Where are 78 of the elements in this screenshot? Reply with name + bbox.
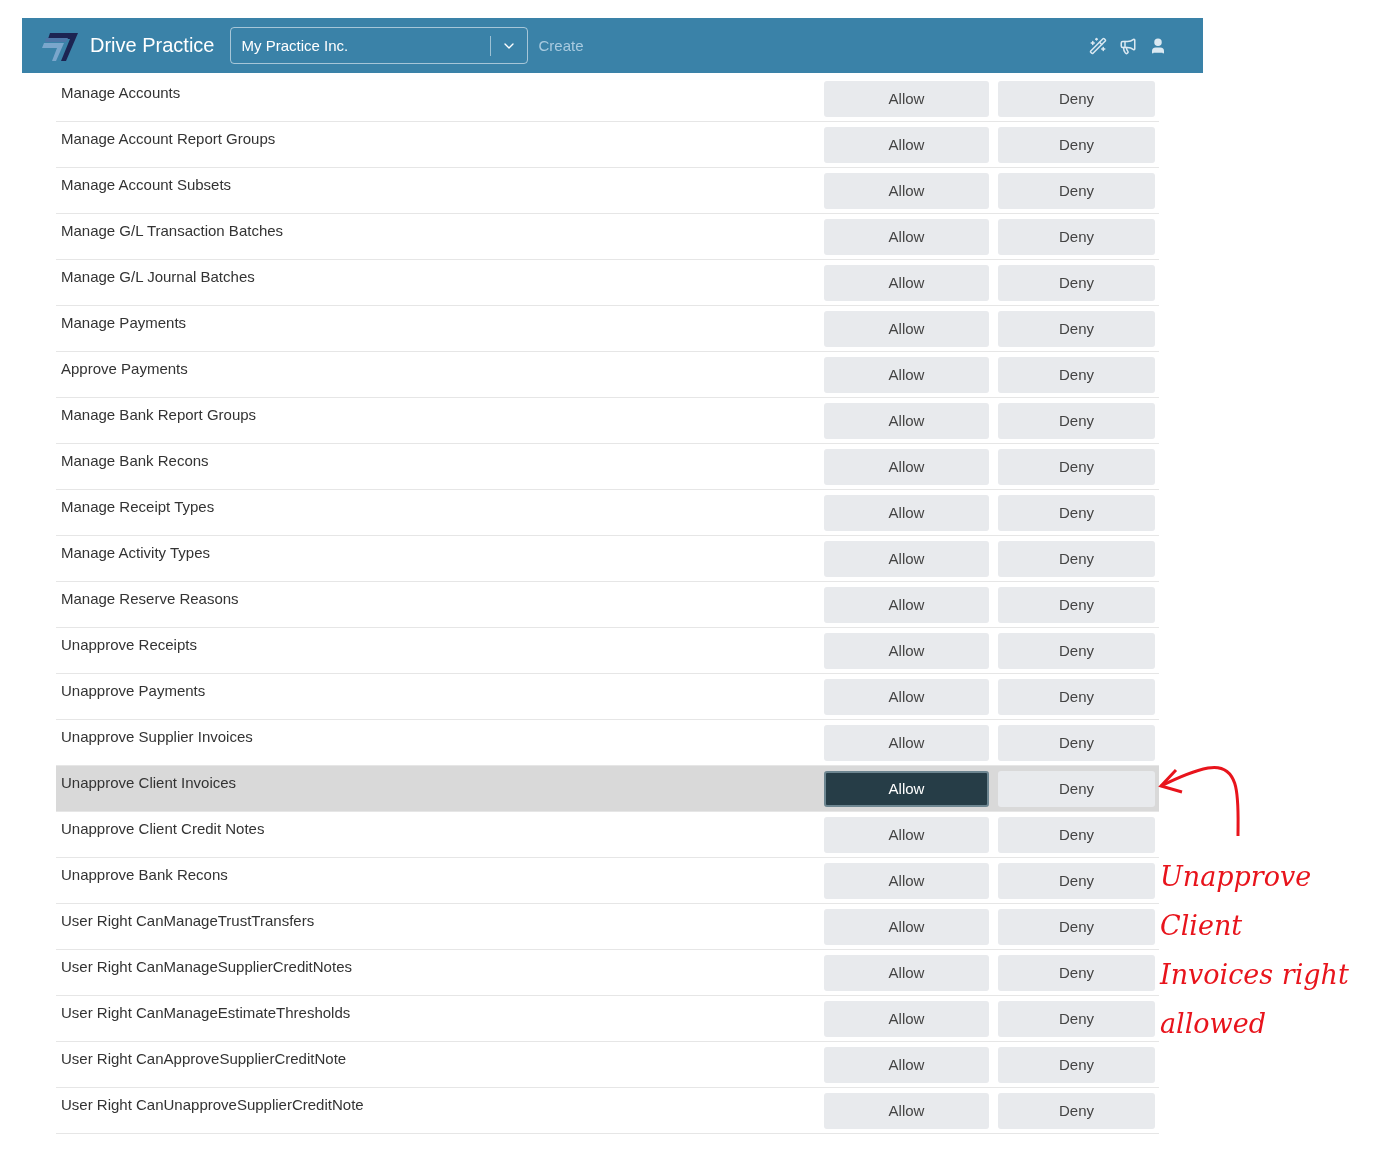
annotation-text: Client (1160, 909, 1244, 943)
deny-button[interactable]: Deny (998, 540, 1155, 577)
allow-button[interactable]: Allow (824, 1092, 989, 1129)
allow-button[interactable]: Allow (824, 632, 989, 669)
deny-button[interactable]: Deny (998, 402, 1155, 439)
magic-wand-icon[interactable] (1089, 36, 1107, 55)
deny-button[interactable]: Deny (998, 816, 1155, 853)
deny-button[interactable]: Deny (998, 264, 1155, 301)
allow-button[interactable]: Allow (824, 80, 989, 117)
deny-button[interactable]: Deny (998, 310, 1155, 347)
right-label: User Right CanApproveSupplierCreditNote (61, 1050, 348, 1067)
right-label: Unapprove Supplier Invoices (61, 728, 254, 745)
deny-button[interactable]: Deny (998, 172, 1155, 209)
right-label: Unapprove Client Invoices (61, 774, 238, 791)
right-label: Manage Accounts (61, 84, 182, 101)
deny-button[interactable]: Deny (998, 632, 1155, 669)
annotation-text: Unapprove (1160, 860, 1313, 894)
company-select[interactable]: My Practice Inc. (230, 27, 529, 64)
deny-button[interactable]: Deny (998, 218, 1155, 255)
deny-button[interactable]: Deny (998, 586, 1155, 623)
right-label: Manage G/L Journal Batches (61, 268, 256, 285)
annotation-text: allowed (1160, 1007, 1267, 1041)
right-label: Unapprove Receipts (61, 636, 198, 653)
deny-button[interactable]: Deny (998, 494, 1155, 531)
right-label: User Right CanManageTrustTransfers (61, 912, 316, 929)
deny-button[interactable]: Deny (998, 678, 1155, 715)
allow-button[interactable]: Allow (824, 540, 989, 577)
right-label: Manage G/L Transaction Batches (61, 222, 285, 239)
right-label: Manage Bank Report Groups (61, 406, 258, 423)
right-label: Manage Account Report Groups (61, 130, 277, 147)
right-label: Manage Payments (61, 314, 188, 331)
deny-button[interactable]: Deny (998, 724, 1155, 761)
allow-button[interactable]: Allow (824, 264, 989, 301)
right-label: Manage Account Subsets (61, 176, 233, 193)
allow-button[interactable]: Allow (824, 356, 989, 393)
allow-button[interactable]: Allow (824, 954, 989, 991)
deny-button[interactable]: Deny (998, 862, 1155, 899)
allow-button[interactable]: Allow (824, 172, 989, 209)
allow-button[interactable]: Allow (824, 678, 989, 715)
allow-button[interactable]: Allow (824, 448, 989, 485)
right-label: Unapprove Payments (61, 682, 207, 699)
right-label: User Right CanManageEstimateThresholds (61, 1004, 352, 1021)
allow-button[interactable]: Allow (824, 862, 989, 899)
deny-button[interactable]: Deny (998, 1046, 1155, 1083)
allow-button[interactable]: Allow (824, 218, 989, 255)
right-label: User Right CanUnapproveSupplierCreditNote (61, 1096, 365, 1113)
allow-button[interactable]: Allow (824, 310, 989, 347)
right-label: User Right CanManageSupplierCreditNotes (61, 958, 353, 975)
deny-button[interactable]: Deny (998, 80, 1155, 117)
allow-button[interactable]: Allow (824, 908, 989, 945)
user-icon[interactable] (1149, 36, 1167, 55)
right-label: Manage Reserve Reasons (61, 590, 240, 607)
brand-name: Drive Practice (90, 34, 215, 57)
allow-button[interactable]: Allow (824, 402, 989, 439)
deny-button[interactable]: Deny (998, 126, 1155, 163)
right-label: Unapprove Client Credit Notes (61, 820, 266, 837)
deny-button[interactable]: Deny (998, 1000, 1155, 1037)
right-label: Manage Bank Recons (61, 452, 210, 469)
allow-button[interactable]: Allow (824, 494, 989, 531)
allow-button[interactable]: Allow (824, 126, 989, 163)
right-label: Manage Receipt Types (61, 498, 216, 515)
allow-button[interactable]: Allow (824, 770, 989, 807)
allow-button[interactable]: Allow (824, 1046, 989, 1083)
allow-button[interactable]: Allow (824, 586, 989, 623)
deny-button[interactable]: Deny (998, 1092, 1155, 1129)
megaphone-icon[interactable] (1119, 36, 1137, 55)
deny-button[interactable]: Deny (998, 770, 1155, 807)
allow-button[interactable]: Allow (824, 816, 989, 853)
deny-button[interactable]: Deny (998, 356, 1155, 393)
right-label: Unapprove Bank Recons (61, 866, 229, 883)
right-label: Approve Payments (61, 360, 189, 377)
annotation-text: Invoices right (1160, 958, 1349, 992)
right-label: Manage Activity Types (61, 544, 211, 561)
allow-button[interactable]: Allow (824, 724, 989, 761)
deny-button[interactable]: Deny (998, 908, 1155, 945)
allow-button[interactable]: Allow (824, 1000, 989, 1037)
deny-button[interactable]: Deny (998, 448, 1155, 485)
deny-button[interactable]: Deny (998, 954, 1155, 991)
